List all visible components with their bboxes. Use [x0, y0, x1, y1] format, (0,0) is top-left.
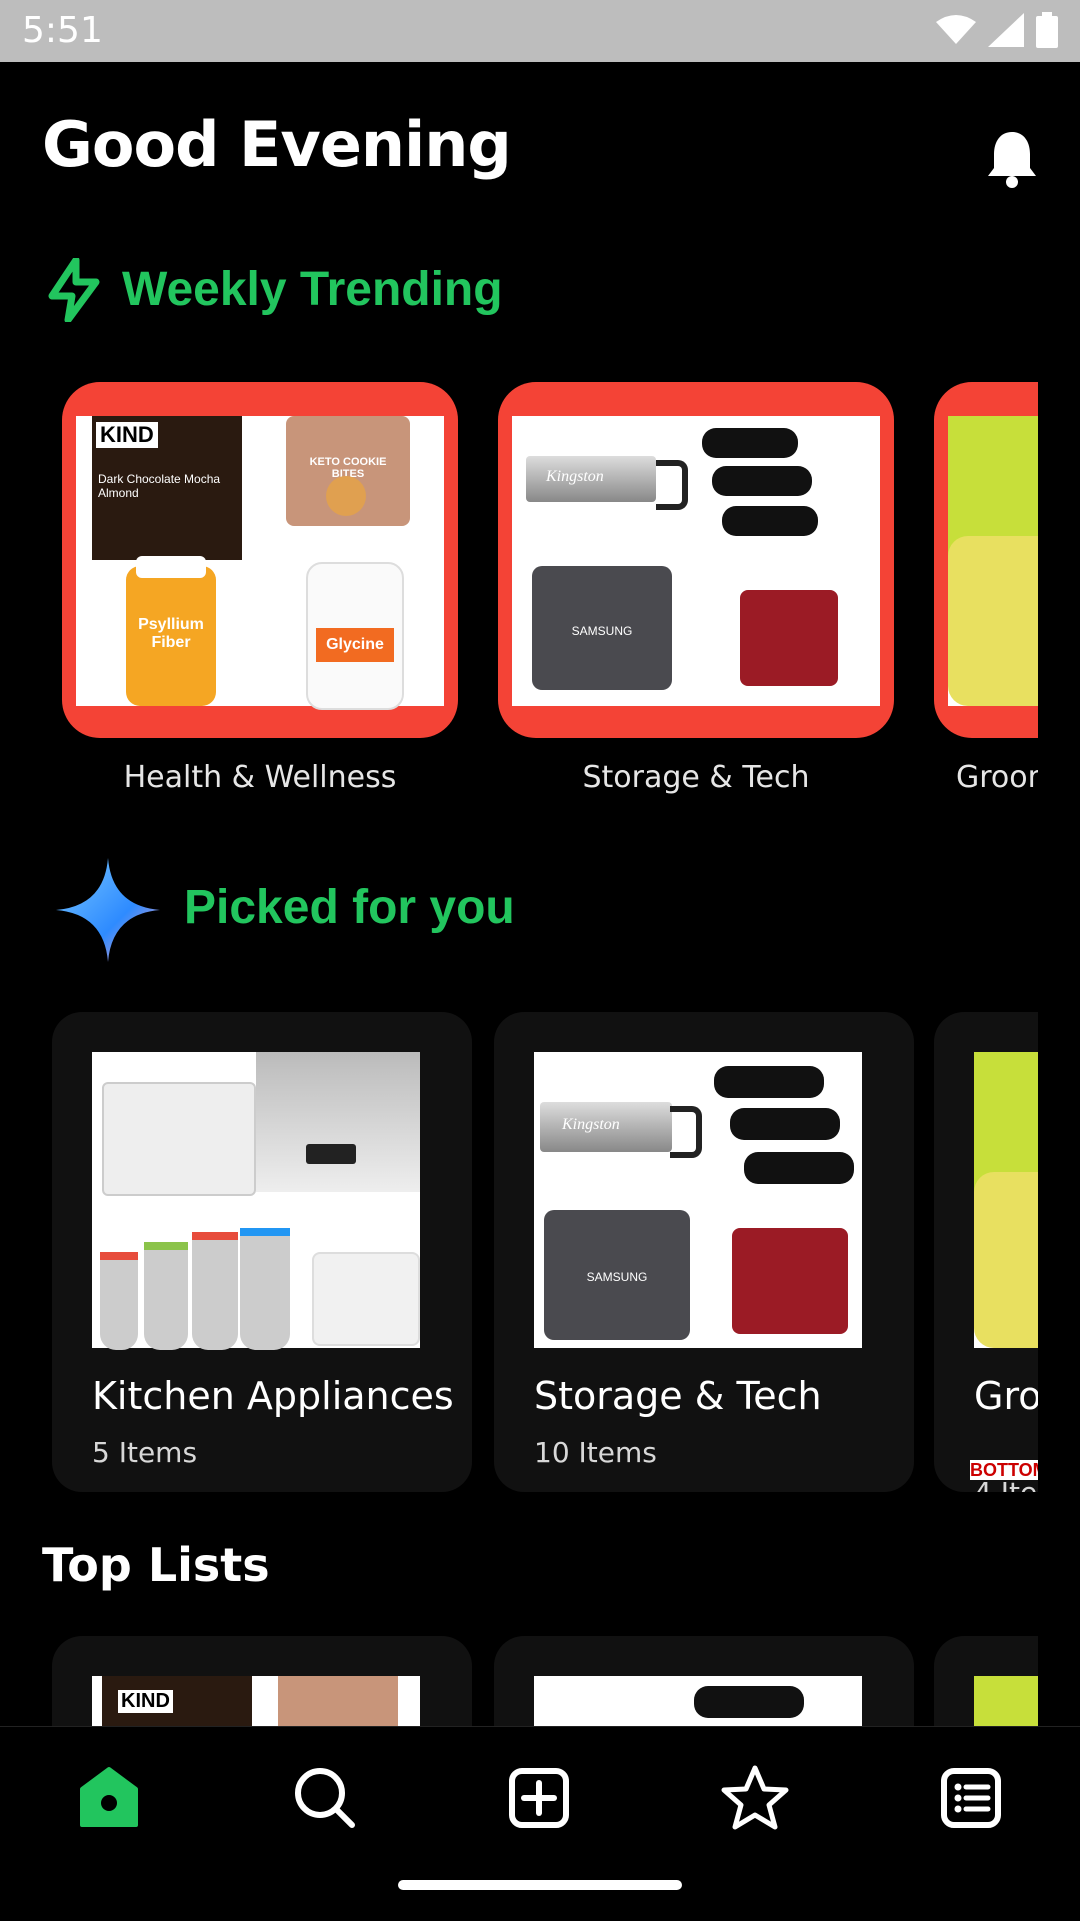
- glycine-label: Glycine: [316, 628, 394, 662]
- pick-card-count: 10 Items: [534, 1436, 657, 1469]
- pick-card-storage[interactable]: Kingston SAMSUNG Storage & Tech 10 Items: [494, 1012, 914, 1492]
- bottom-nav: [0, 1726, 1080, 1921]
- psyllium-label: Psyllium Fiber: [138, 616, 204, 651]
- kingston-label: Kingston: [562, 1116, 620, 1133]
- pick-card-title: Kitchen Appliances: [92, 1374, 454, 1418]
- bolt-icon: [48, 258, 100, 322]
- trend-card-image: KIND Dark Chocolate Mocha Almond KETO CO…: [76, 416, 444, 710]
- kind-logo: KIND: [96, 422, 158, 448]
- pick-card-title: Gro: [974, 1374, 1038, 1418]
- bell-icon[interactable]: [984, 128, 1038, 188]
- sparkle-icon: [56, 858, 160, 962]
- pick-card-kitchen[interactable]: Kitchen Appliances 5 Items: [52, 1012, 472, 1492]
- picked-for-you-title: Picked for you: [184, 881, 515, 934]
- pick-card-image: [92, 1052, 420, 1350]
- trend-card-health[interactable]: KIND Dark Chocolate Mocha Almond KETO CO…: [62, 382, 458, 738]
- home-icon[interactable]: [74, 1763, 144, 1833]
- home-indicator[interactable]: [398, 1880, 682, 1890]
- pick-card-image: Kingston SAMSUNG: [534, 1052, 862, 1348]
- add-icon[interactable]: [504, 1763, 574, 1833]
- kind-flavor: Dark Chocolate Mocha Almond: [98, 472, 221, 500]
- list-icon[interactable]: [936, 1763, 1006, 1833]
- trend-card-storage[interactable]: Kingston SAMSUNG: [498, 382, 894, 738]
- trend-card-image: Kingston SAMSUNG: [512, 416, 880, 706]
- weekly-trending-title: Weekly Trending: [122, 263, 503, 316]
- kind-logo: KIND: [118, 1690, 173, 1713]
- trend-label-grooming: Groom: [956, 760, 1038, 795]
- top-lists-title: Top Lists: [42, 1538, 270, 1592]
- search-icon[interactable]: [290, 1763, 360, 1833]
- samsung-label: SAMSUNG: [586, 1270, 648, 1284]
- kingston-label: Kingston: [546, 468, 604, 485]
- star-icon[interactable]: [720, 1763, 790, 1833]
- samsung-label: SAMSUNG: [571, 624, 633, 638]
- greeting-title: Good Evening: [42, 108, 512, 181]
- trend-label-health: Health & Wellness: [123, 760, 397, 795]
- battery-icon: [1036, 12, 1058, 48]
- content: Good Evening Weekly Trending KIND Dark C…: [0, 0, 1038, 1920]
- trend-card-grooming[interactable]: [934, 382, 1038, 738]
- trend-label-storage: Storage & Tech: [582, 760, 810, 795]
- pick-card-grooming[interactable]: Gro BOTTOM 4 Ite: [934, 1012, 1038, 1492]
- pick-card-title: Storage & Tech: [534, 1374, 822, 1418]
- pick-card-image: [974, 1052, 1038, 1348]
- pick-card-count: 4 Ite: [974, 1476, 1037, 1492]
- pick-card-count: 5 Items: [92, 1436, 198, 1469]
- trend-card-image: [948, 416, 1038, 706]
